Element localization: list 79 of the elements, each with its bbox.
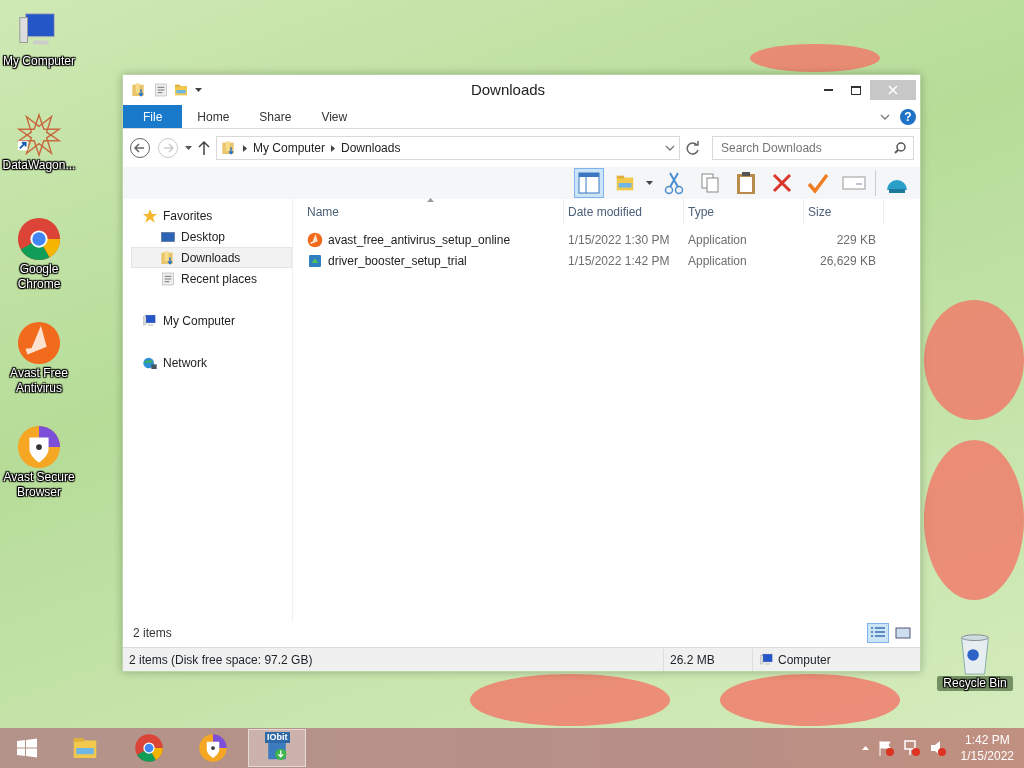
lock-browser-icon <box>16 424 62 470</box>
status-size: 26.2 MB <box>669 651 716 669</box>
close-icon <box>888 85 898 95</box>
details-view-icon <box>870 626 886 640</box>
tray-arrow-icon[interactable] <box>861 746 869 750</box>
breadcrumb[interactable]: Downloads <box>341 139 401 157</box>
search-icon[interactable] <box>894 142 906 154</box>
ribbon-tab[interactable]: View <box>306 105 363 128</box>
nav-item[interactable]: Favorites <box>131 205 292 226</box>
minimize-icon <box>823 89 833 91</box>
recent-dropdown-icon[interactable] <box>185 146 192 150</box>
star-shortcut-icon <box>16 112 62 158</box>
flag-icon[interactable] <box>876 739 895 757</box>
maximize-icon <box>851 85 861 95</box>
document-icon <box>160 270 176 287</box>
expand-ribbon-icon[interactable] <box>880 113 890 120</box>
checkmark-icon <box>807 172 829 194</box>
file-name[interactable]: avast_free_antivirus_setup_online <box>328 230 511 249</box>
item-count: 2 items <box>133 625 172 642</box>
ribbon-tab[interactable]: Home <box>182 105 245 128</box>
network-icon[interactable] <box>902 739 921 757</box>
ribbon-tab[interactable]: Share <box>244 105 307 128</box>
nav-item[interactable]: My Computer <box>131 310 292 331</box>
preview-pane-button[interactable] <box>574 168 604 198</box>
table-cell-text: Application <box>687 252 748 270</box>
nav-item[interactable]: Network <box>131 352 292 373</box>
speaker-icon[interactable] <box>928 739 947 757</box>
view-button[interactable] <box>867 623 889 643</box>
nav-item[interactable]: Recent places <box>131 268 292 289</box>
large-icons-view-icon <box>895 626 911 640</box>
address-field[interactable]: My Computer Downloads <box>216 136 680 160</box>
windows-logo-icon <box>15 736 39 760</box>
nav-item[interactable]: Desktop <box>131 226 292 247</box>
computer-icon <box>759 651 775 668</box>
folder-icon <box>221 140 237 156</box>
column-header[interactable]: Name <box>303 199 564 225</box>
taskbar-button[interactable]: IObit <box>248 729 306 767</box>
help-button[interactable]: ? <box>900 108 916 125</box>
window-title: Downloads <box>469 79 547 100</box>
sort-arrow-icon[interactable] <box>427 197 434 202</box>
clipboard-icon <box>736 171 756 195</box>
nav-item[interactable]: Downloads <box>131 247 292 268</box>
back-icon[interactable] <box>129 137 151 159</box>
status-text: 2 items (Disk free space: 97.2 GB) <box>128 651 314 669</box>
column-header[interactable]: Date modified <box>564 199 684 225</box>
card-icon <box>842 175 866 191</box>
refresh-icon[interactable] <box>686 141 700 155</box>
breadcrumb[interactable]: My Computer <box>253 139 326 157</box>
table-cell-text: 229 KB <box>835 231 877 249</box>
installer-icon <box>307 252 323 269</box>
avast-logo-icon <box>307 231 323 248</box>
scissors-icon <box>664 171 684 195</box>
breadcrumb-arrow-icon[interactable] <box>331 144 336 152</box>
chrome-icon <box>16 216 62 262</box>
table-cell-text: Application <box>687 231 748 249</box>
download-folder-icon <box>160 249 176 266</box>
table-cell-text: 1/15/2022 1:30 PM <box>567 231 671 249</box>
avast-logo-icon <box>16 320 62 366</box>
copy-icon <box>700 172 720 194</box>
dropdown-icon[interactable] <box>195 88 202 92</box>
column-header[interactable]: Size <box>804 199 884 225</box>
table-cell-text: 26,629 KB <box>818 252 877 270</box>
search-field[interactable]: Search Downloads <box>712 136 914 160</box>
lock-browser-icon <box>198 733 228 763</box>
file-name[interactable]: driver_booster_setup_trial <box>328 251 467 270</box>
computer-icon <box>142 312 158 329</box>
breadcrumb-arrow-icon[interactable] <box>243 144 247 152</box>
table-cell-text: 1/15/2022 1:42 PM <box>567 252 671 270</box>
folder-icon <box>131 82 147 98</box>
cross-icon <box>771 172 793 194</box>
dropdown-icon[interactable] <box>665 145 675 151</box>
new-folder-icon <box>173 82 189 98</box>
properties-icon <box>153 82 169 98</box>
dropdown-icon[interactable] <box>646 181 653 185</box>
status-location: Computer <box>778 651 831 669</box>
up-icon[interactable] <box>198 140 210 156</box>
star-icon <box>142 207 158 224</box>
chrome-icon <box>134 733 164 763</box>
column-header[interactable]: Type <box>684 199 804 225</box>
